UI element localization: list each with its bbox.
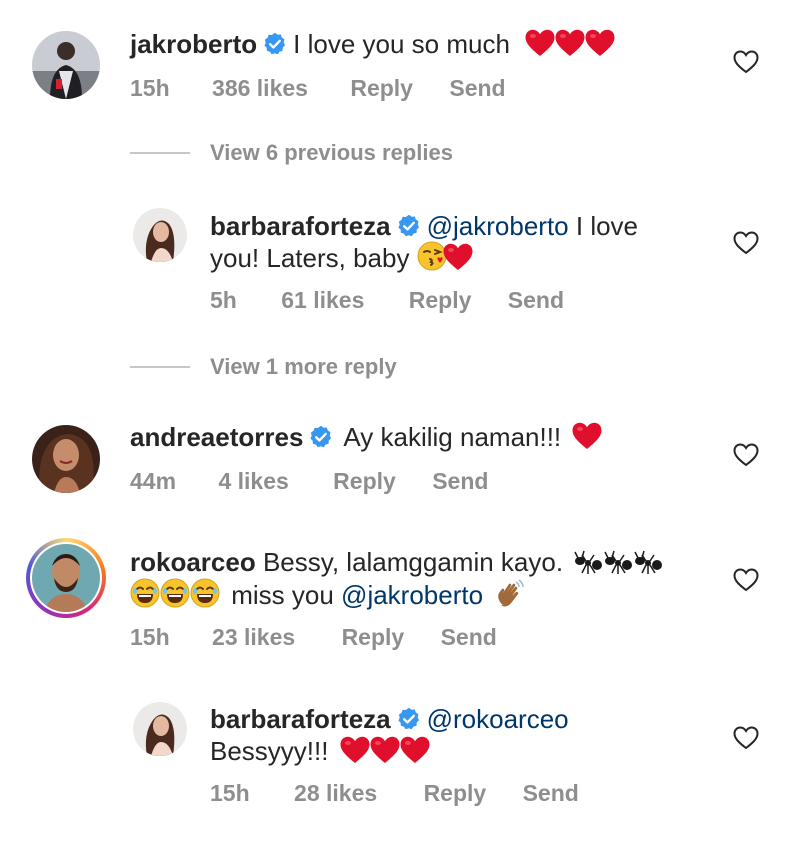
comment-item: barbaraforteza @rokoarceo Bessyyy!!! 15h … bbox=[0, 690, 800, 830]
thread-divider bbox=[130, 152, 190, 154]
verified-badge-icon bbox=[263, 32, 287, 56]
like-count[interactable]: 386 likes bbox=[212, 75, 308, 102]
story-ring[interactable] bbox=[26, 538, 106, 618]
comment-meta: 5h 61 likes Reply Send bbox=[210, 287, 564, 314]
comment-text-line: miss you @jakroberto bbox=[130, 578, 524, 612]
comment-body: you! Laters, baby bbox=[210, 243, 410, 273]
comment-body: Bessy, lalamggamin kayo. bbox=[262, 547, 564, 577]
comment-meta: 15h 386 likes Reply Send bbox=[130, 75, 506, 102]
red-heart-emoji bbox=[400, 736, 430, 764]
reply-button[interactable]: Reply bbox=[333, 468, 396, 495]
comment-body: I love you so much bbox=[293, 29, 510, 59]
reply-button[interactable]: Reply bbox=[342, 624, 405, 651]
laughing-face-emoji bbox=[130, 578, 160, 608]
laughing-face-emoji bbox=[190, 578, 220, 608]
ant-emoji bbox=[634, 549, 664, 575]
waving-hand-emoji bbox=[494, 578, 524, 608]
reply-button[interactable]: Reply bbox=[424, 780, 487, 807]
like-count[interactable]: 23 likes bbox=[212, 624, 295, 651]
like-heart-outline-icon[interactable] bbox=[733, 726, 759, 750]
comment-text: barbaraforteza @jakroberto I love bbox=[210, 209, 638, 243]
red-heart-emoji bbox=[585, 29, 615, 57]
comment-meta: 44m 4 likes Reply Send bbox=[130, 468, 488, 495]
like-heart-outline-icon[interactable] bbox=[733, 231, 759, 255]
ant-emoji bbox=[574, 549, 604, 575]
send-button[interactable]: Send bbox=[523, 780, 579, 807]
timestamp: 15h bbox=[210, 780, 250, 806]
comment-item: barbaraforteza @jakroberto I love you! La… bbox=[0, 195, 800, 325]
comment-item: jakroberto I love you so much 15h 386 lik… bbox=[0, 0, 800, 120]
send-button[interactable]: Send bbox=[432, 468, 488, 495]
avatar[interactable] bbox=[133, 208, 187, 262]
username[interactable]: barbaraforteza bbox=[210, 211, 391, 241]
send-button[interactable]: Send bbox=[449, 75, 505, 102]
verified-badge-icon bbox=[397, 707, 421, 731]
comment-text-line: you! Laters, baby bbox=[210, 241, 473, 275]
like-heart-outline-icon[interactable] bbox=[733, 568, 759, 592]
comment-body: I love bbox=[575, 211, 639, 241]
ant-emoji bbox=[604, 549, 634, 575]
timestamp: 5h bbox=[210, 287, 237, 313]
username[interactable]: barbaraforteza bbox=[210, 704, 391, 734]
comment-body: Bessyyy!!! bbox=[210, 736, 329, 766]
mention-link[interactable]: @jakroberto bbox=[427, 211, 569, 241]
comment-text: rokoarceo Bessy, lalamggamin kayo. bbox=[130, 545, 664, 579]
avatar[interactable] bbox=[32, 425, 100, 493]
verified-badge-icon bbox=[397, 214, 421, 238]
username[interactable]: andreaetorres bbox=[130, 422, 303, 452]
timestamp: 44m bbox=[130, 468, 177, 494]
username[interactable]: rokoarceo bbox=[130, 547, 256, 577]
thread-divider bbox=[130, 366, 190, 368]
red-heart-emoji bbox=[555, 29, 585, 57]
reply-button[interactable]: Reply bbox=[350, 75, 413, 102]
comment-item: rokoarceo Bessy, lalamggamin kayo. miss … bbox=[0, 530, 800, 670]
send-button[interactable]: Send bbox=[508, 287, 564, 314]
red-heart-emoji bbox=[340, 736, 370, 764]
send-button[interactable]: Send bbox=[441, 624, 497, 651]
red-heart-emoji bbox=[443, 243, 473, 271]
timestamp: 15h bbox=[130, 75, 170, 101]
comment-text-line: Bessyyy!!! bbox=[210, 734, 430, 768]
timestamp: 15h bbox=[130, 624, 170, 650]
red-heart-emoji bbox=[525, 29, 555, 57]
red-heart-emoji bbox=[370, 736, 400, 764]
like-heart-outline-icon[interactable] bbox=[733, 443, 759, 467]
reply-button[interactable]: Reply bbox=[409, 287, 472, 314]
comment-text: barbaraforteza @rokoarceo bbox=[210, 702, 569, 736]
comment-meta: 15h 23 likes Reply Send bbox=[130, 624, 497, 651]
like-count[interactable]: 28 likes bbox=[294, 780, 377, 807]
mention-link[interactable]: @rokoarceo bbox=[427, 704, 569, 734]
verified-badge-icon bbox=[309, 425, 333, 449]
avatar[interactable] bbox=[133, 702, 187, 756]
like-count[interactable]: 61 likes bbox=[281, 287, 364, 314]
like-count[interactable]: 4 likes bbox=[218, 468, 288, 495]
comment-body: miss you bbox=[231, 580, 334, 610]
view-more-replies-button[interactable]: View 1 more reply bbox=[210, 354, 397, 380]
view-previous-replies-button[interactable]: View 6 previous replies bbox=[210, 140, 453, 166]
comment-meta: 15h 28 likes Reply Send bbox=[210, 780, 579, 807]
red-heart-emoji bbox=[572, 422, 602, 450]
laughing-face-emoji bbox=[160, 578, 190, 608]
avatar[interactable] bbox=[32, 544, 100, 612]
mention-link[interactable]: @jakroberto bbox=[341, 580, 483, 610]
comment-body: Ay kakilig naman!!! bbox=[343, 422, 562, 452]
username[interactable]: jakroberto bbox=[130, 29, 257, 59]
comment-text: jakroberto I love you so much bbox=[130, 27, 615, 61]
like-heart-outline-icon[interactable] bbox=[733, 50, 759, 74]
comment-item: andreaetorres Ay kakilig naman!!! 44m 4 l… bbox=[0, 405, 800, 515]
comment-text: andreaetorres Ay kakilig naman!!! bbox=[130, 420, 602, 454]
avatar[interactable] bbox=[32, 31, 100, 99]
